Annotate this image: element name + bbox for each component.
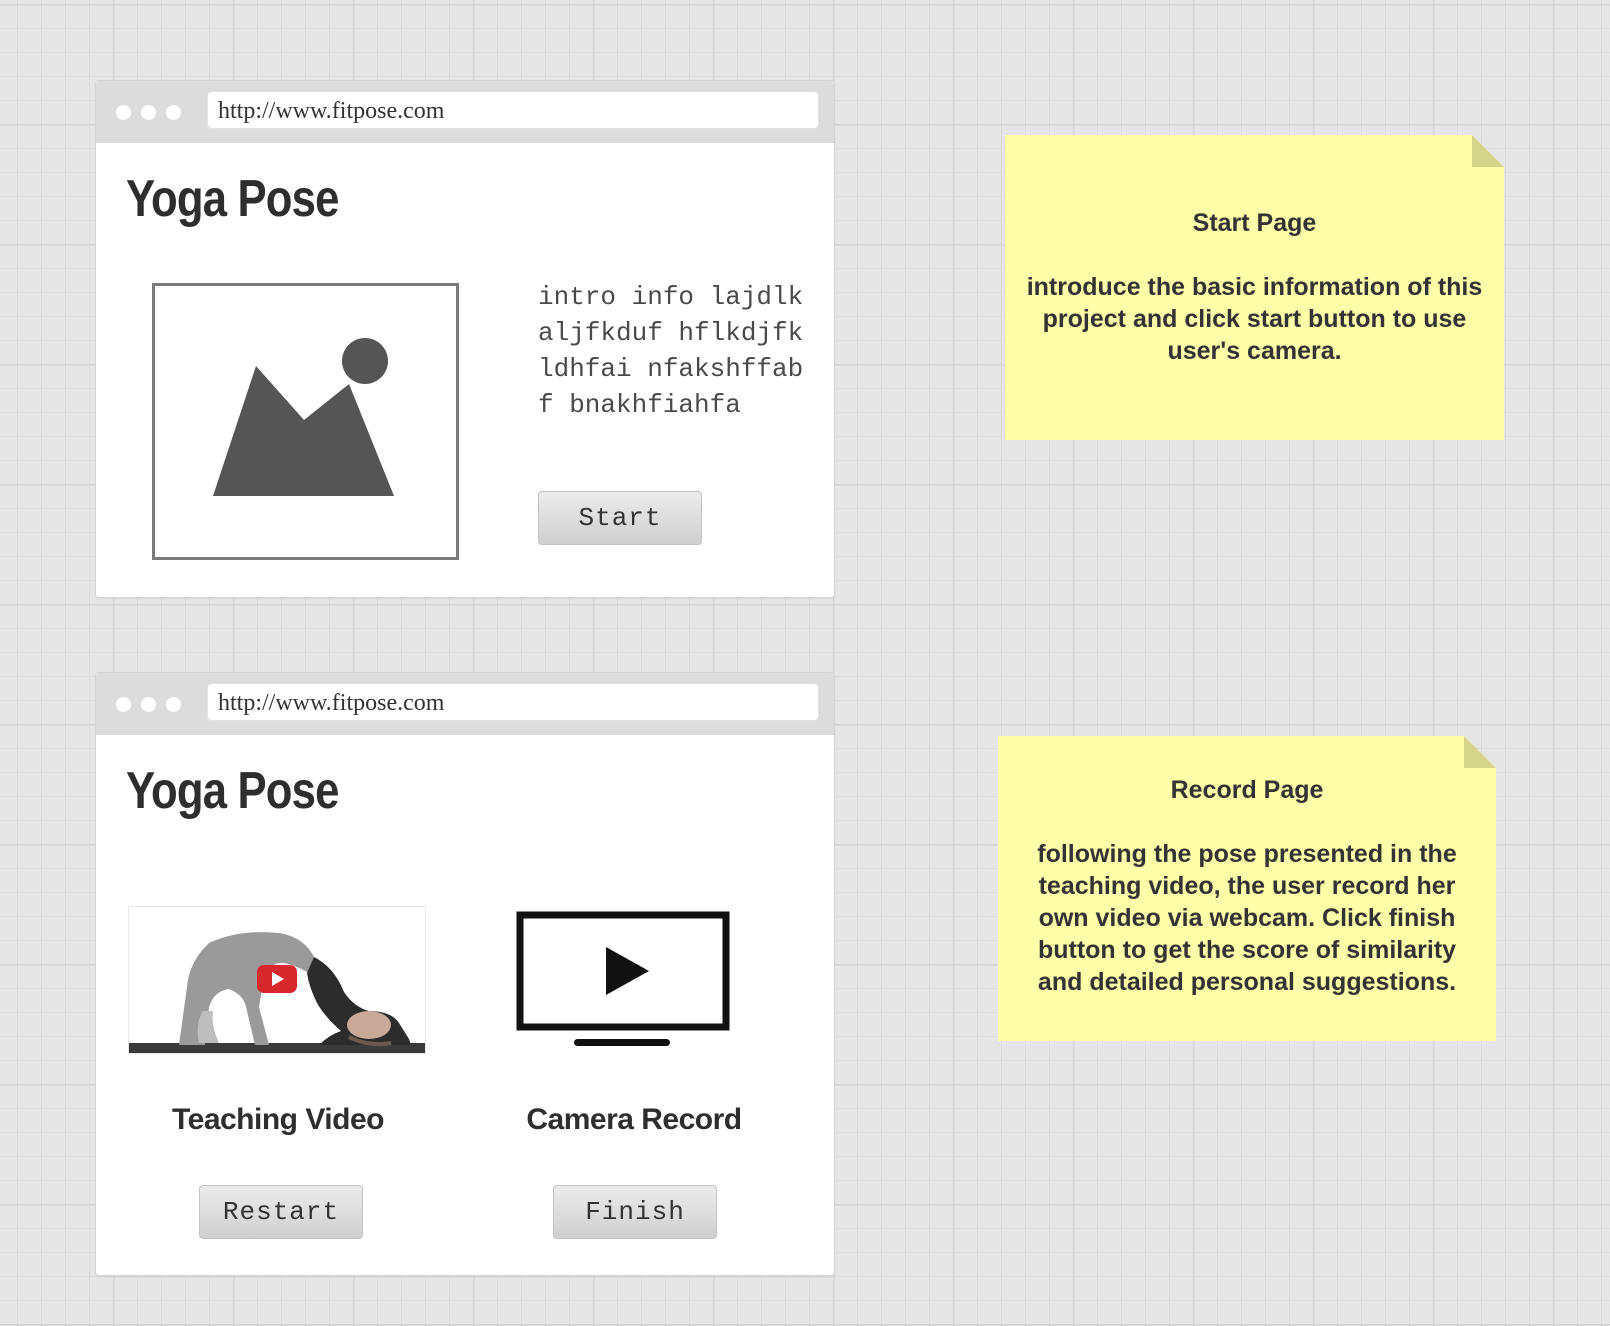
teaching-video-label: Teaching Video [172,1103,384,1136]
url-bar[interactable]: http://www.fitpose.com [207,683,819,721]
note-fold [1472,135,1504,167]
note-title: Start Page [1192,209,1317,237]
window-dot [116,697,131,712]
image-placeholder-icon [152,283,459,560]
start-page-note: Start Page introduce the basic informati… [1005,135,1504,440]
browser-titlebar: http://www.fitpose.com [96,673,834,735]
window-dot [141,105,156,120]
window-dot [141,697,156,712]
note-body: introduce the basic information of this … [1026,273,1483,365]
note-title: Record Page [1170,776,1324,804]
monitor-play-icon[interactable] [516,911,732,1056]
page-title: Yoga Pose [126,762,339,820]
browser-titlebar: http://www.fitpose.com [96,81,834,143]
finish-button[interactable]: Finish [553,1185,717,1239]
camera-record-label: Camera Record [526,1103,742,1136]
record-page-note: Record Page following the pose presented… [998,736,1496,1041]
note-body: following the pose presented in the teac… [1037,840,1457,996]
url-bar[interactable]: http://www.fitpose.com [207,91,819,129]
record-page-window: http://www.fitpose.com Yoga Pose Teachin… [95,672,835,1276]
window-dot [166,105,181,120]
teaching-video-thumbnail[interactable] [128,906,426,1054]
intro-text: intro info lajdlkaljfkduf hflkdjfkldhfai… [538,282,804,420]
note-fold [1464,736,1496,768]
window-dot [116,105,131,120]
page-title: Yoga Pose [126,170,339,228]
start-button[interactable]: Start [538,491,702,545]
start-page-window: http://www.fitpose.com Yoga Pose intro i… [95,80,835,598]
window-dot [166,697,181,712]
restart-button[interactable]: Restart [199,1185,363,1239]
